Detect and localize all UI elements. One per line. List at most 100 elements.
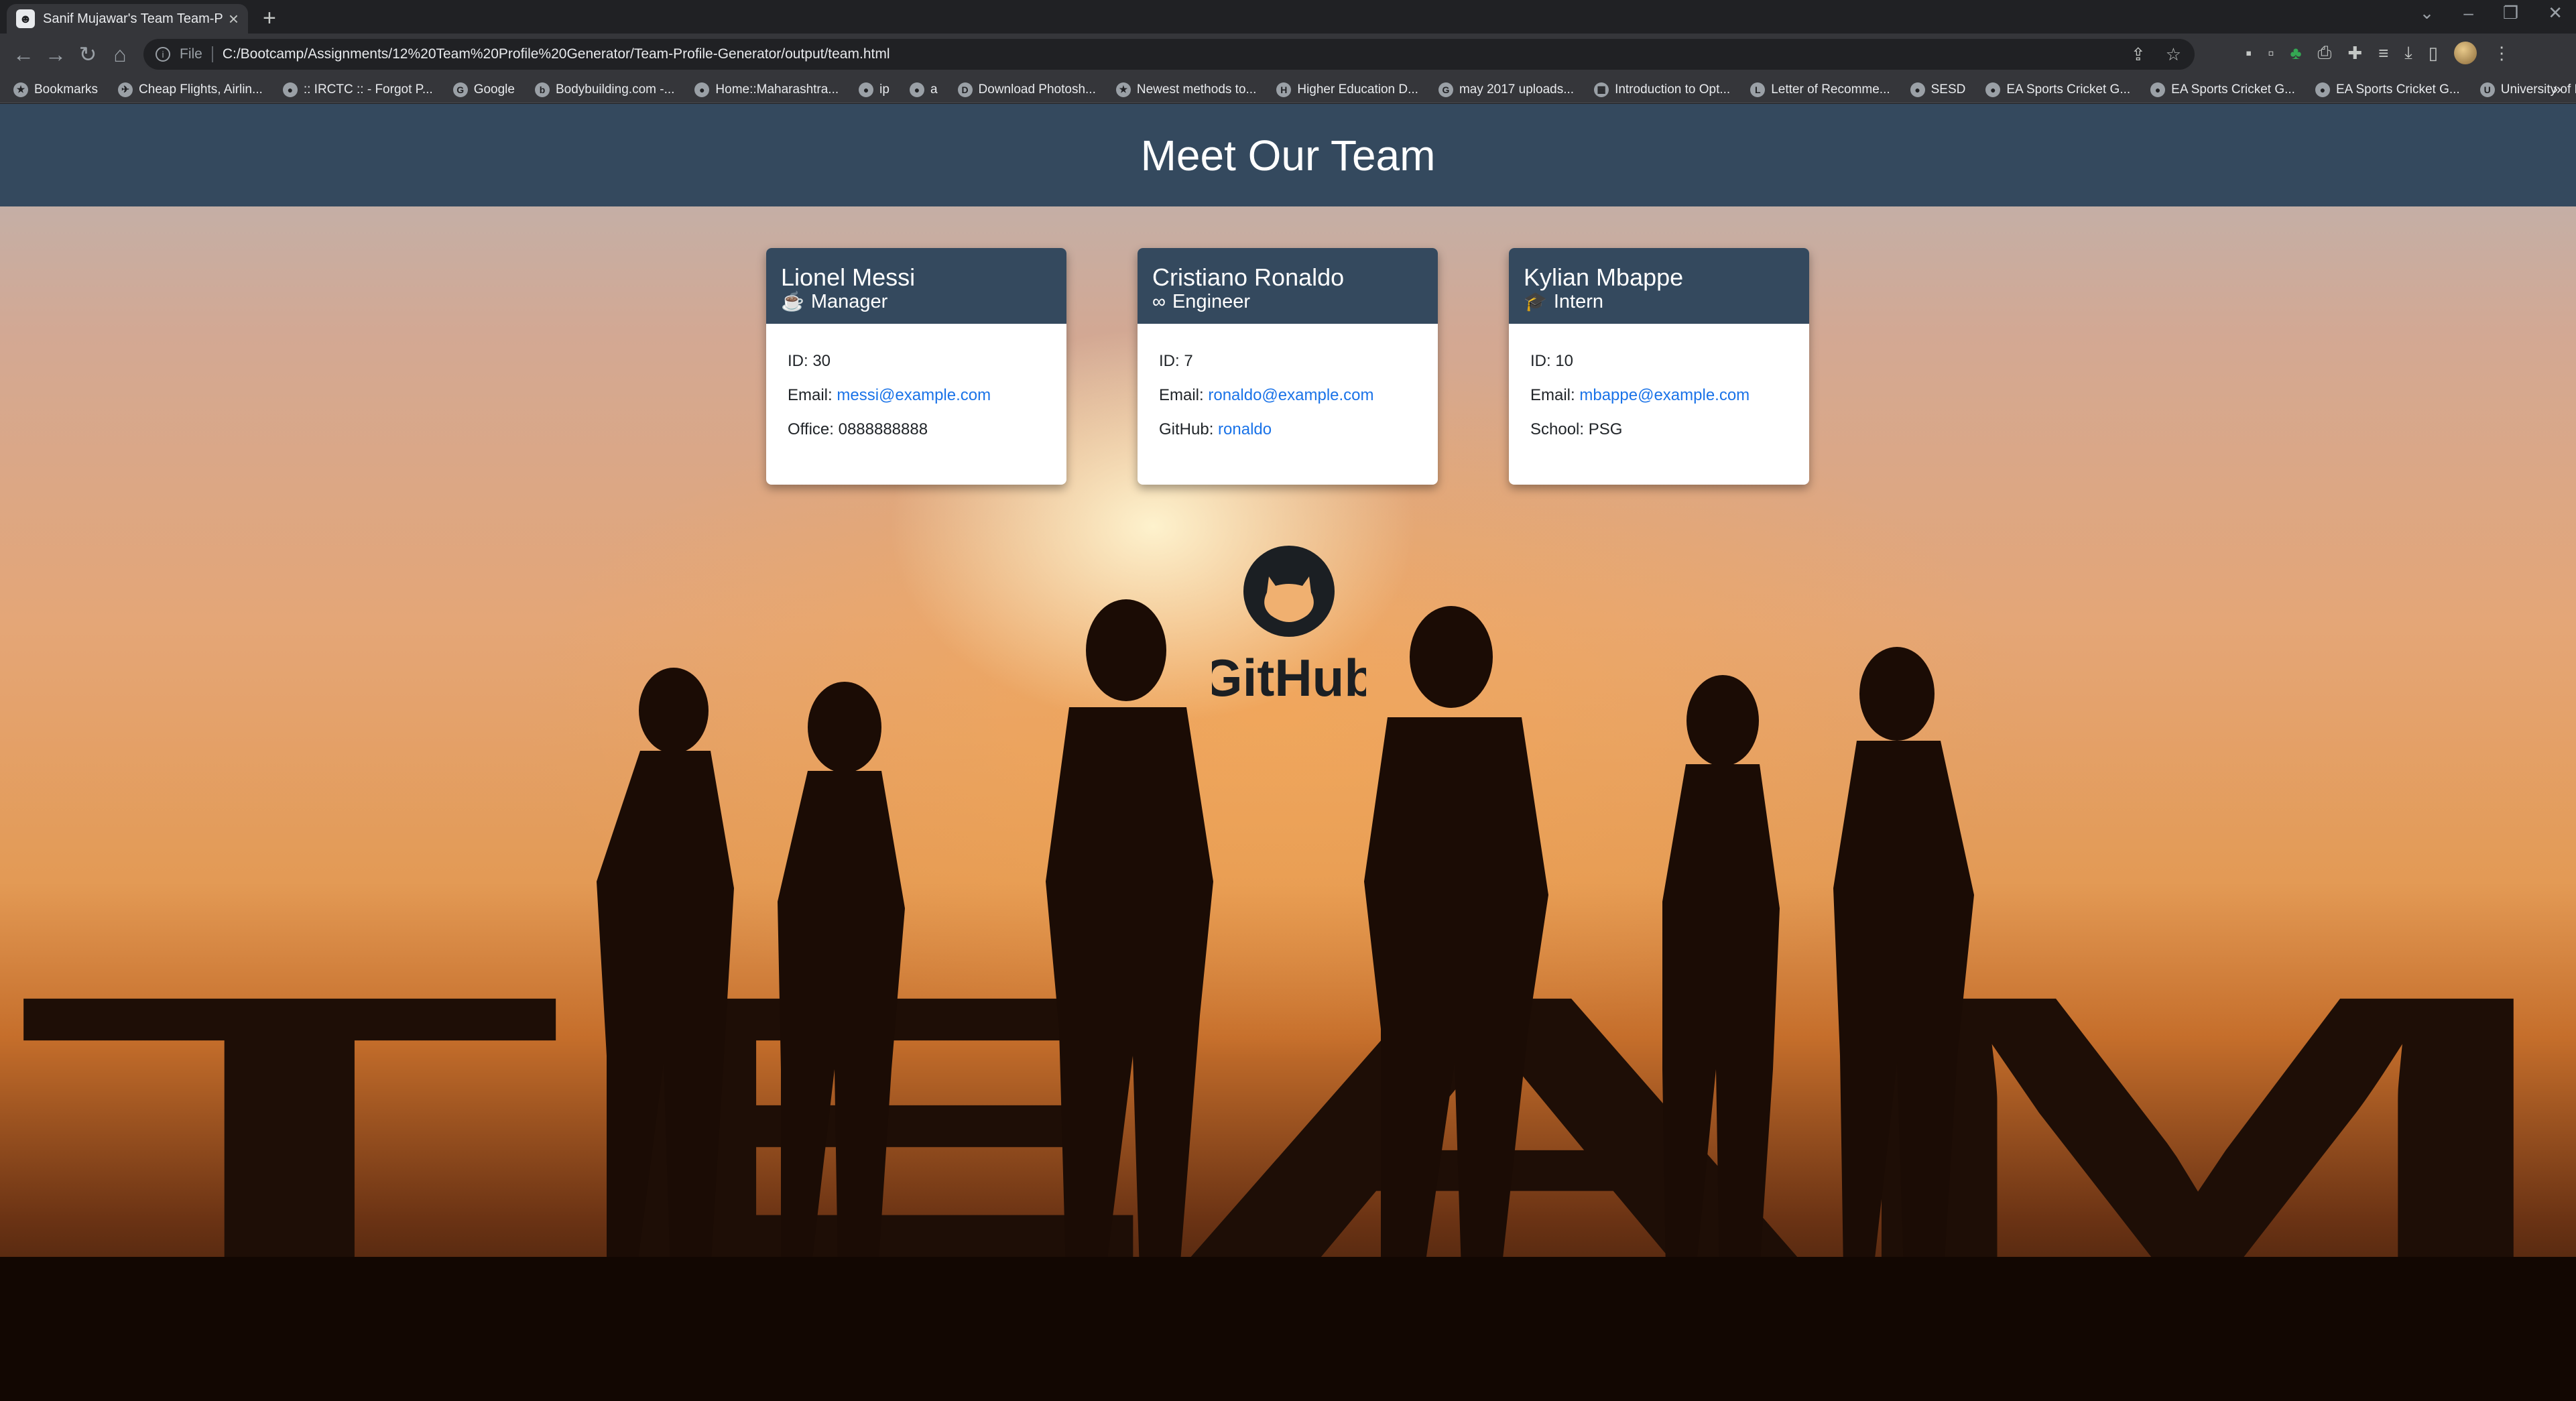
url-divider	[211, 46, 213, 62]
employee-name: Lionel Messi	[781, 263, 916, 291]
bookmark-item[interactable]: ★ Newest methods to...	[1115, 82, 1256, 97]
bookmark-item[interactable]: ● EA Sports Cricket G...	[1985, 82, 2130, 97]
home-icon[interactable]: ⌂	[105, 39, 135, 70]
github-small-icon: ●	[2150, 82, 2166, 97]
reading-list-icon[interactable]: ≡	[2378, 43, 2388, 64]
employee-email-row: Email: ronaldo@example.com	[1159, 386, 1416, 420]
extension-printer-icon[interactable]: ⎙	[2318, 42, 2332, 64]
bookmark-item[interactable]: UUniversity of Birmin...	[2479, 82, 2576, 97]
page-title: Meet Our Team	[1140, 131, 1436, 180]
omnibox-actions: ⇪ ☆	[2131, 44, 2181, 65]
ground	[0, 1257, 2576, 1401]
star-site-icon: ★	[1115, 82, 1131, 97]
employee-name: Kylian Mbappe	[1524, 263, 1684, 291]
bookmark-item[interactable]: ▦ Introduction to Opt...	[1594, 82, 1730, 97]
globe-icon: ●	[909, 82, 924, 97]
bookmark-item[interactable]: ●:: IRCTC :: - Forgot P...	[282, 82, 433, 97]
window-controls: ⌄ – ❐ ✕	[2420, 3, 2563, 23]
page-viewport: TEAM Meet Our Team Lionel Messi ☕ Manage…	[0, 104, 2576, 1401]
browser-tab[interactable]: ☻ Sanif Mujawar's Team Team-Profile ×	[7, 4, 248, 34]
panda-favicon-icon: ☻	[16, 9, 35, 28]
bookmark-item[interactable]: H Higher Education D...	[1276, 82, 1418, 97]
github-logo[interactable]: GitHub	[1212, 543, 1366, 704]
flight-icon: ✈	[118, 82, 133, 97]
github-small-icon: ●	[2315, 82, 2330, 97]
extension-s-icon[interactable]: ▫	[2268, 43, 2274, 64]
minimize-icon[interactable]: –	[2463, 3, 2473, 23]
email-link[interactable]: messi@example.com	[837, 386, 991, 404]
menu-kebab-icon[interactable]: ⋮	[2493, 43, 2510, 64]
github-small-icon: ●	[1985, 82, 2001, 97]
forward-icon[interactable]: →	[40, 39, 71, 70]
downloads-icon[interactable]: ⤓	[2404, 42, 2412, 64]
url-text[interactable]: C:/Bootcamp/Assignments/12%20Team%20Prof…	[223, 46, 890, 62]
bookmark-star-icon[interactable]: ☆	[2166, 44, 2181, 65]
extension-sh-icon[interactable]: ▪	[2246, 43, 2252, 64]
extensions-puzzle-icon[interactable]: ✚	[2347, 43, 2362, 64]
employee-role: ☕ Manager	[781, 291, 1052, 312]
employee-school-row: School: PSG	[1530, 420, 1788, 454]
star-icon: ★	[13, 82, 28, 97]
globe-icon: ●	[1910, 82, 1925, 97]
share-icon[interactable]: ⇪	[2131, 44, 2146, 65]
bookmark-item[interactable]: ● EA Sports Cricket G...	[2150, 82, 2295, 97]
tab-search-icon[interactable]: ⌄	[2420, 3, 2435, 23]
google-icon: G	[1438, 82, 1453, 97]
restore-icon[interactable]: ❐	[2503, 3, 2518, 23]
new-tab-icon[interactable]: +	[263, 5, 276, 32]
card-body: ID: 10 Email: mbappe@example.com School:…	[1509, 324, 1809, 454]
back-icon[interactable]: ←	[8, 39, 39, 70]
close-window-icon[interactable]: ✕	[2548, 3, 2563, 23]
email-prefix: Email:	[1159, 386, 1209, 404]
side-panel-icon[interactable]: ▯	[2429, 43, 2438, 64]
bookmark-item[interactable]: ● ip	[859, 82, 890, 97]
irctc-icon: ●	[282, 82, 298, 97]
bookmark-item[interactable]: D Download Photosh...	[957, 82, 1096, 97]
email-prefix: Email:	[788, 386, 837, 404]
close-tab-icon[interactable]: ×	[229, 9, 239, 29]
github-wordmark: GitHub	[1212, 648, 1366, 704]
education-icon: H	[1276, 82, 1292, 97]
team-cards: Lionel Messi ☕ Manager ID: 30 Email: mes…	[766, 248, 1809, 485]
card-header: Lionel Messi ☕ Manager	[766, 248, 1066, 324]
bodybuilding-icon: b	[534, 82, 550, 97]
card-body: ID: 30 Email: messi@example.com Office: …	[766, 324, 1066, 454]
office-number: 0888888888	[838, 420, 928, 438]
google-icon: G	[452, 82, 468, 97]
card-body: ID: 7 Email: ronaldo@example.com GitHub:…	[1138, 324, 1438, 454]
bookmark-item[interactable]: ● Home::Maharashtra...	[694, 82, 839, 97]
bookmark-item[interactable]: ● a	[909, 82, 938, 97]
bookmark-item[interactable]: L Letter of Recomme...	[1750, 82, 1890, 97]
bookmark-item[interactable]: b Bodybuilding.com -...	[534, 82, 674, 97]
site-info-icon[interactable]: i	[156, 47, 170, 62]
employee-card-intern: Kylian Mbappe 🎓 Intern ID: 10 Email: mba…	[1509, 248, 1809, 485]
profile-avatar[interactable]	[2454, 42, 2477, 64]
email-prefix: Email:	[1530, 386, 1580, 404]
bookmarks-overflow-icon[interactable]: »	[2553, 80, 2561, 98]
email-link[interactable]: mbappe@example.com	[1579, 386, 1750, 404]
employee-name: Cristiano Ronaldo	[1152, 263, 1345, 291]
bookmark-item[interactable]: ✈ Cheap Flights, Airlin...	[118, 82, 263, 97]
bookmark-item[interactable]: G Google	[452, 82, 515, 97]
tab-title: Sanif Mujawar's Team Team-Profile	[43, 11, 223, 26]
role-label: Engineer	[1172, 291, 1251, 312]
github-link[interactable]: ronaldo	[1218, 420, 1272, 438]
reload-icon[interactable]: ↻	[72, 39, 103, 70]
url-scheme: File	[180, 46, 202, 62]
role-label: Manager	[810, 291, 888, 312]
bookmark-item[interactable]: Gmay 2017 uploads...	[1438, 82, 1574, 97]
university-icon: U	[2479, 82, 2495, 97]
address-bar[interactable]: i File C:/Bootcamp/Assignments/12%20Team…	[143, 39, 2195, 70]
email-link[interactable]: ronaldo@example.com	[1208, 386, 1373, 404]
extension-leaf-icon[interactable]: ♣	[2290, 43, 2301, 64]
bookmark-item[interactable]: ● SESD	[1910, 82, 1965, 97]
bookmark-item[interactable]: ● EA Sports Cricket G...	[2315, 82, 2460, 97]
bookmark-item[interactable]: ★ Bookmarks	[13, 82, 98, 97]
card-header: Kylian Mbappe 🎓 Intern	[1509, 248, 1809, 324]
glasses-icon: ∞	[1152, 291, 1166, 312]
globe-icon: ●	[859, 82, 874, 97]
page-header: Meet Our Team	[0, 104, 2576, 206]
employee-role: ∞ Engineer	[1152, 291, 1423, 312]
employee-email-row: Email: mbappe@example.com	[1530, 386, 1788, 420]
letter-icon: L	[1750, 82, 1766, 97]
